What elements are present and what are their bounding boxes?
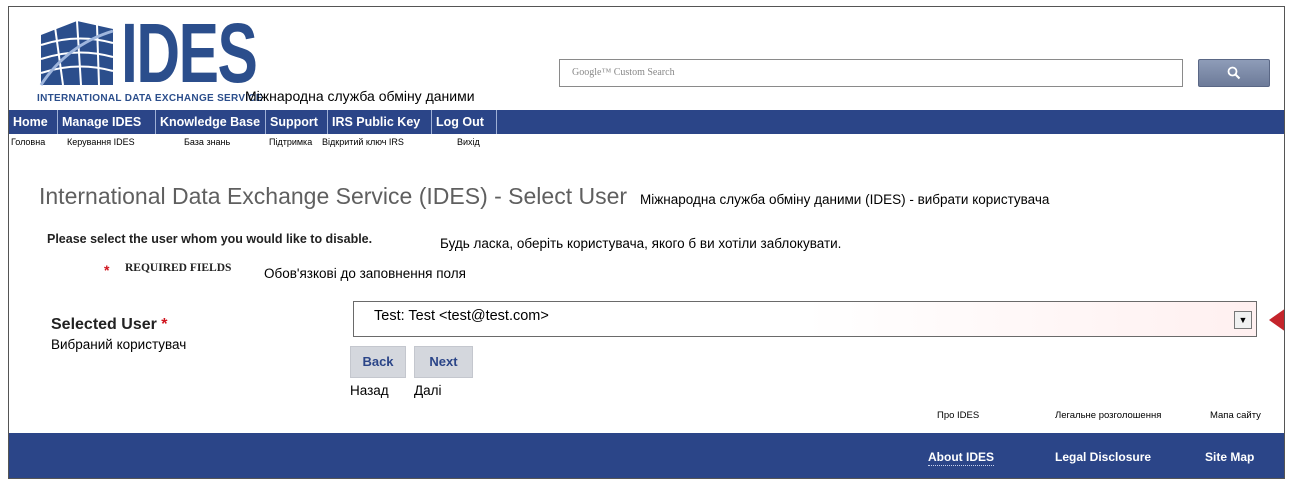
instruction-translation: Будь ласка, оберіть користувача, якого б… [440,236,842,251]
main-nav: Home Manage IDES Knowledge Base Support … [9,110,1284,134]
footer-link-site-map[interactable]: Site Map [1205,450,1254,464]
logo-subtitle: INTERNATIONAL DATA EXCHANGE SERVICE [37,93,263,104]
footer-bar: About IDES Legal Disclosure Site Map [9,433,1284,478]
nav-knowledge-base[interactable]: Knowledge Base [156,110,266,134]
back-button[interactable]: Back [350,346,406,378]
footer-legal-translation: Легальне розголошення [1055,410,1162,421]
search-placeholder: Google™ Custom Search [572,67,675,78]
required-fields-translation: Обов'язкові до заповнення поля [264,266,466,281]
selected-user-label: Selected User * [51,316,168,334]
nav-log-out[interactable]: Log Out [432,110,497,134]
nav-knowledge-base-translation: База знань [184,137,231,147]
nav-log-out-translation: Вихід [457,137,480,147]
nav-home[interactable]: Home [9,110,58,134]
search-input[interactable]: Google™ Custom Search [559,59,1183,87]
logo-subtitle-translation: Міжнародна служба обміну даними [245,88,475,104]
ides-logo-text: IDES [121,6,258,100]
dropdown-arrow-icon[interactable]: ▼ [1234,311,1252,329]
search-icon [1227,66,1241,80]
page-title-translation: Міжнародна служба обміну даними (IDES) -… [640,192,1050,207]
footer-about-translation: Про IDES [937,410,980,421]
footer-link-legal-disclosure[interactable]: Legal Disclosure [1055,450,1151,464]
selected-user-translation: Вибраний користувач [51,337,187,352]
back-button-translation: Назад [350,383,389,398]
selected-user-value: Test: Test <test@test.com> [374,308,549,324]
selected-user-label-text: Selected User [51,316,157,333]
footer-sitemap-translation: Мапа сайту [1210,410,1261,421]
nav-support-translation: Підтримка [269,137,313,147]
next-button[interactable]: Next [414,346,473,378]
search-button[interactable] [1198,59,1270,87]
nav-irs-public-key-translation: Відкритий ключ IRS [322,137,404,147]
nav-home-translation: Головна [11,137,46,147]
nav-irs-public-key[interactable]: IRS Public Key [328,110,432,134]
selected-user-select[interactable]: Test: Test <test@test.com> ▼ [353,301,1257,337]
instruction-text: Please select the user whom you would li… [47,232,373,246]
next-button-translation: Далі [414,383,442,398]
nav-manage-ides[interactable]: Manage IDES [58,110,156,134]
required-fields-label: REQUIRED FIELDS [125,262,232,274]
nav-manage-ides-translation: Керування IDES [67,137,135,147]
nav-support[interactable]: Support [266,110,328,134]
page-frame: IDES INTERNATIONAL DATA EXCHANGE SERVICE… [8,6,1285,479]
globe-logo-icon [37,15,117,91]
required-star: * [104,262,110,278]
pointer-arrow-icon [1269,308,1284,332]
page-title: International Data Exchange Service (IDE… [39,183,628,209]
selected-user-required-star: * [161,316,168,333]
footer-link-about-ides[interactable]: About IDES [928,450,994,466]
